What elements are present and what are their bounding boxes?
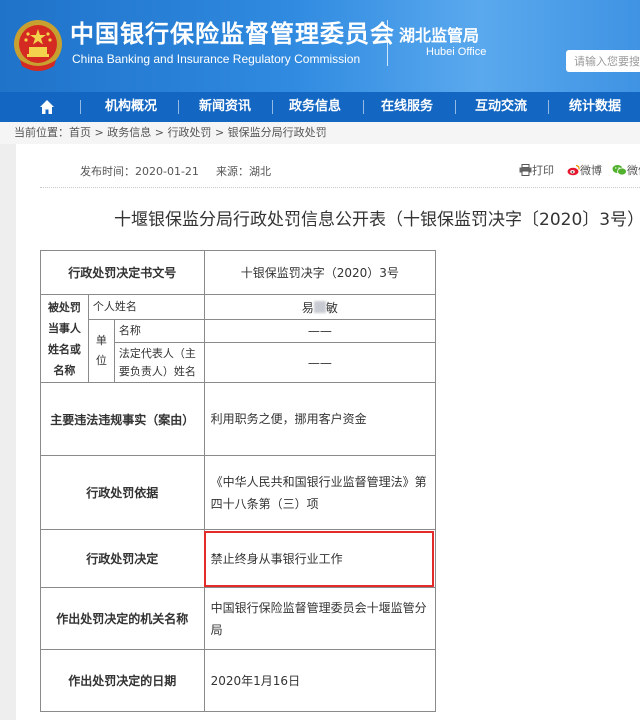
wechat-icon — [612, 165, 627, 176]
authority-value: 中国银行保险监督管理委员会十堰监管分局 — [203, 587, 437, 650]
nav-separator — [548, 100, 549, 114]
unit-name-value: —— — [203, 319, 437, 343]
share-wechat-button[interactable]: 微信 — [612, 162, 640, 178]
printer-icon — [519, 164, 532, 176]
search-input[interactable] — [566, 50, 640, 72]
share-weibo-button[interactable]: 微博 — [567, 162, 602, 178]
main-nav: 机构概况 新闻资讯 政务信息 在线服务 互动交流 统计数据 — [0, 92, 640, 122]
legal-rep-label: 法定代表人（主要负责人）姓名 — [113, 342, 205, 383]
decision-label: 行政处罚决定 — [40, 529, 205, 588]
table-row: 单位 名称 —— — [41, 319, 437, 383]
table-row: 主要违法违规事实（案由） 利用职务之便，挪用客户资金 — [40, 382, 437, 456]
nav-item-online-service[interactable]: 在线服务 — [364, 92, 450, 122]
weibo-label: 微博 — [580, 164, 602, 177]
national-emblem-icon — [14, 20, 62, 71]
print-button[interactable]: 打印 — [519, 162, 554, 178]
nav-item-statistics[interactable]: 统计数据 — [552, 92, 638, 122]
individual-name-last: 敏 — [325, 300, 338, 315]
authority-label: 作出处罚决定的机关名称 — [40, 587, 205, 650]
basis-value: 《中华人民共和国银行业监督管理法》第四十八条第（三）项 — [203, 455, 437, 530]
unit-label: 单位 — [87, 319, 115, 383]
breadcrumb-home[interactable]: 首页 — [69, 126, 91, 139]
nav-item-about[interactable]: 机构概况 — [88, 92, 174, 122]
nav-item-gov-info[interactable]: 政务信息 — [272, 92, 358, 122]
table-row: 作出处罚决定的机关名称 中国银行保险监督管理委员会十堰监管分局 — [40, 587, 437, 650]
article-source: 来源：湖北 — [216, 165, 271, 178]
breadcrumb-gov-info[interactable]: 政务信息 — [107, 126, 151, 139]
party-label: 被处罚当事人姓名或名称 — [40, 294, 89, 383]
breadcrumb-prefix: 当前位置： — [14, 126, 69, 139]
header-divider — [387, 20, 388, 66]
legal-rep-value: —— — [203, 342, 437, 383]
basis-label: 行政处罚依据 — [40, 455, 205, 530]
table-row: 行政处罚决定书文号 十银保监罚决字（2020）3号 — [40, 250, 437, 295]
individual-name-label: 个人姓名 — [87, 294, 205, 320]
doc-number-label: 行政处罚决定书文号 — [40, 250, 205, 295]
redacted-character — [313, 300, 326, 313]
table-row: 行政处罚依据 《中华人民共和国银行业监督管理法》第四十八条第（三）项 — [40, 455, 437, 530]
publish-time: 发布时间：2020-01-21 — [80, 165, 199, 178]
home-icon[interactable] — [39, 99, 55, 115]
breadcrumb-penalty[interactable]: 行政处罚 — [167, 126, 211, 139]
weibo-icon — [567, 164, 580, 176]
date-value: 2020年1月16日 — [203, 649, 437, 712]
individual-name-value: 易敏 — [203, 294, 437, 320]
doc-number-value: 十银保监罚决字（2020）3号 — [203, 250, 437, 295]
nav-separator — [178, 100, 179, 114]
wechat-label: 微信 — [627, 164, 640, 177]
print-label: 打印 — [532, 164, 554, 177]
site-header: 中国银行保险监督管理委员会 China Banking and Insuranc… — [0, 0, 640, 92]
nav-item-news[interactable]: 新闻资讯 — [182, 92, 268, 122]
penalty-info-table: 行政处罚决定书文号 十银保监罚决字（2020）3号 被处罚当事人姓名或名称 个人… — [40, 250, 437, 712]
highlight-box — [204, 531, 434, 587]
office-name-en: Hubei Office — [426, 46, 487, 58]
dotted-divider — [40, 187, 640, 188]
page-margin — [0, 144, 16, 720]
nav-separator — [455, 100, 456, 114]
breadcrumb-branch-penalty[interactable]: 银保监分局行政处罚 — [228, 126, 327, 139]
article-title: 十堰银保监分局行政处罚信息公开表（十银保监罚决字〔2020〕3号） — [114, 210, 640, 230]
breadcrumb: 当前位置：首页 > 政务信息 > 行政处罚 > 银保监分局行政处罚 — [0, 122, 640, 144]
office-name-cn: 湖北监管局 — [399, 26, 480, 45]
facts-label: 主要违法违规事实（案由） — [40, 382, 205, 456]
nav-item-interaction[interactable]: 互动交流 — [458, 92, 544, 122]
nav-separator — [80, 100, 81, 114]
breadcrumb-separator: > — [94, 126, 104, 139]
table-row: 被处罚当事人姓名或名称 个人姓名 易敏 — [40, 294, 437, 383]
breadcrumb-separator: > — [214, 126, 225, 139]
table-row: 作出处罚决定的日期 2020年1月16日 — [40, 649, 437, 712]
unit-name-label: 名称 — [113, 319, 205, 343]
site-title-cn: 中国银行保险监督管理委员会 — [70, 20, 395, 48]
date-label: 作出处罚决定的日期 — [40, 649, 205, 712]
facts-value: 利用职务之便，挪用客户资金 — [203, 382, 437, 456]
individual-name-first: 易 — [301, 300, 314, 315]
breadcrumb-separator: > — [154, 126, 164, 139]
site-title-en: China Banking and Insurance Regulatory C… — [72, 52, 361, 66]
